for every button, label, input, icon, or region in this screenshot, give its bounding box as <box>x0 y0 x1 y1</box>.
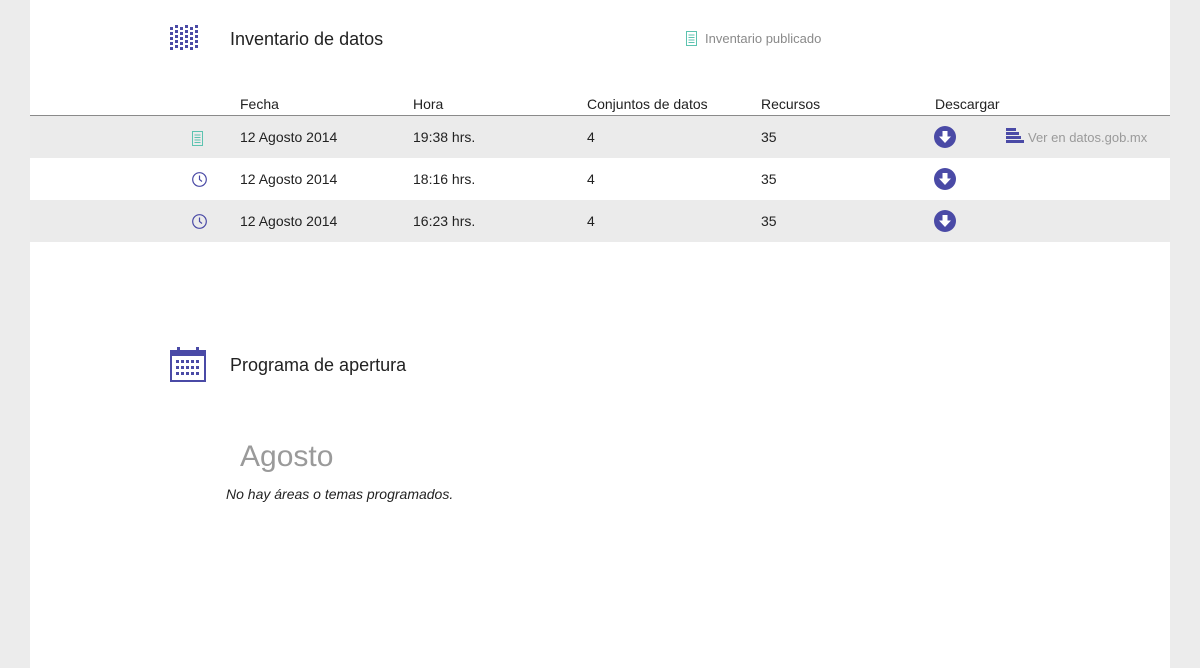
clock-icon <box>192 214 207 234</box>
download-icon[interactable] <box>934 126 956 153</box>
cell-conjuntos: 4 <box>587 213 595 229</box>
column-header-conjuntos: Conjuntos de datos <box>587 96 708 112</box>
published-label: Inventario publicado <box>705 31 822 46</box>
cell-fecha: 12 Agosto 2014 <box>240 213 338 229</box>
column-header-fecha: Fecha <box>240 96 279 112</box>
table-row: 12 Agosto 2014 16:23 hrs. 4 35 <box>30 200 1170 242</box>
list-bars-icon <box>1006 128 1024 143</box>
column-header-recursos: Recursos <box>761 96 821 112</box>
published-document-icon <box>686 31 697 46</box>
table-row: 12 Agosto 2014 18:16 hrs. 4 35 <box>30 158 1170 200</box>
cell-recursos: 35 <box>761 171 777 187</box>
program-title: Programa de apertura <box>230 355 407 375</box>
grid-icon <box>170 24 200 57</box>
column-header-descargar: Descargar <box>935 96 1000 112</box>
cell-conjuntos: 4 <box>587 129 595 145</box>
page-content: Inventario de datos Inventario publicado… <box>30 0 1170 668</box>
empty-message: No hay áreas o temas programados. <box>226 486 454 502</box>
cell-hora: 16:23 hrs. <box>413 213 476 229</box>
document-icon <box>192 131 203 151</box>
published-status: Inventario publicado <box>686 31 821 46</box>
table-row: 12 Agosto 2014 19:38 hrs. 4 35 Ver en da… <box>30 116 1170 158</box>
view-on-datos-link[interactable]: Ver en datos.gob.mx <box>1006 128 1147 146</box>
clock-icon <box>192 172 207 192</box>
column-header-hora: Hora <box>413 96 444 112</box>
cell-fecha: 12 Agosto 2014 <box>240 171 338 187</box>
cell-recursos: 35 <box>761 213 777 229</box>
calendar-icon <box>170 347 206 387</box>
cell-recursos: 35 <box>761 129 777 145</box>
download-icon[interactable] <box>934 168 956 195</box>
view-link-label[interactable]: Ver en datos.gob.mx <box>1028 130 1147 145</box>
cell-fecha: 12 Agosto 2014 <box>240 129 338 145</box>
cell-hora: 18:16 hrs. <box>413 171 476 187</box>
cell-hora: 19:38 hrs. <box>413 129 476 145</box>
inventory-title: Inventario de datos <box>230 29 384 49</box>
download-icon[interactable] <box>934 210 956 237</box>
cell-conjuntos: 4 <box>587 171 595 187</box>
table-header: Fecha Hora Conjuntos de datos Recursos D… <box>30 96 1170 116</box>
month-heading: Agosto <box>240 440 334 473</box>
